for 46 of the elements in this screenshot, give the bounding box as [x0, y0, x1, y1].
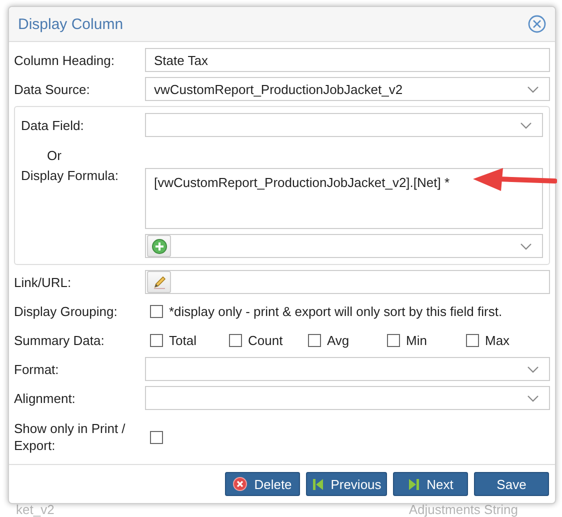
close-icon[interactable] — [528, 15, 546, 33]
field-label: Alignment: — [14, 390, 76, 406]
delete-button[interactable]: Delete — [225, 472, 300, 496]
checkbox-label: Total — [169, 332, 196, 348]
checkbox[interactable] — [466, 334, 479, 346]
field-label: Data Source: — [14, 82, 91, 96]
chevron-down-icon — [527, 394, 539, 402]
previous-button[interactable]: Previous — [306, 472, 387, 496]
checkbox[interactable] — [308, 334, 321, 346]
dropdown[interactable]: vwCustomReport_ProductionJobJacket_v2 — [145, 77, 550, 101]
field-label: Format: — [14, 362, 60, 376]
checkbox[interactable] — [229, 334, 242, 346]
input-field[interactable]: State Tax — [145, 48, 550, 72]
chevron-down-icon — [527, 366, 539, 372]
checkbox[interactable] — [150, 334, 163, 346]
next-button[interactable]: Next — [393, 472, 468, 496]
checkbox-label: Count — [248, 332, 283, 348]
skip-forward-icon — [408, 478, 420, 490]
field-label: Data Field: — [20, 118, 85, 132]
background-text: ket_v2 — [16, 502, 54, 517]
checkbox[interactable] — [150, 430, 163, 444]
checkbox-label: Min — [406, 332, 427, 348]
delete-icon — [233, 477, 248, 491]
save-button[interactable]: Save — [474, 472, 549, 496]
checkbox-note: *display only - print & export will only sort by this field first. — [169, 304, 502, 318]
checkbox-label: Max — [485, 332, 510, 348]
background-text: Adjustments String — [408, 502, 518, 517]
checkbox-label: Avg — [327, 332, 350, 348]
field-label: Link/URL: — [14, 274, 72, 290]
dialog-title: Display Column — [18, 16, 124, 32]
chevron-down-icon — [527, 86, 539, 92]
field-label: Column Heading: — [14, 52, 116, 68]
input-field[interactable] — [145, 270, 550, 294]
add-icon[interactable] — [152, 238, 166, 254]
checkbox[interactable] — [387, 334, 400, 346]
chevron-down-icon — [520, 242, 532, 250]
field-label: Display Grouping: — [14, 304, 118, 318]
or-text: Or — [47, 148, 62, 162]
field-label: Display Formula: — [20, 168, 120, 183]
pencil-icon[interactable] — [152, 274, 166, 290]
field-label: Summary Data: — [14, 332, 106, 348]
field-label: Show only in Print / Export: — [14, 420, 126, 454]
chevron-down-icon — [520, 122, 532, 128]
checkbox[interactable] — [150, 304, 163, 318]
formula-textarea[interactable]: [vwCustomReport_ProductionJobJacket_v2].[Net] * — [145, 168, 543, 229]
skip-back-icon — [312, 478, 324, 490]
